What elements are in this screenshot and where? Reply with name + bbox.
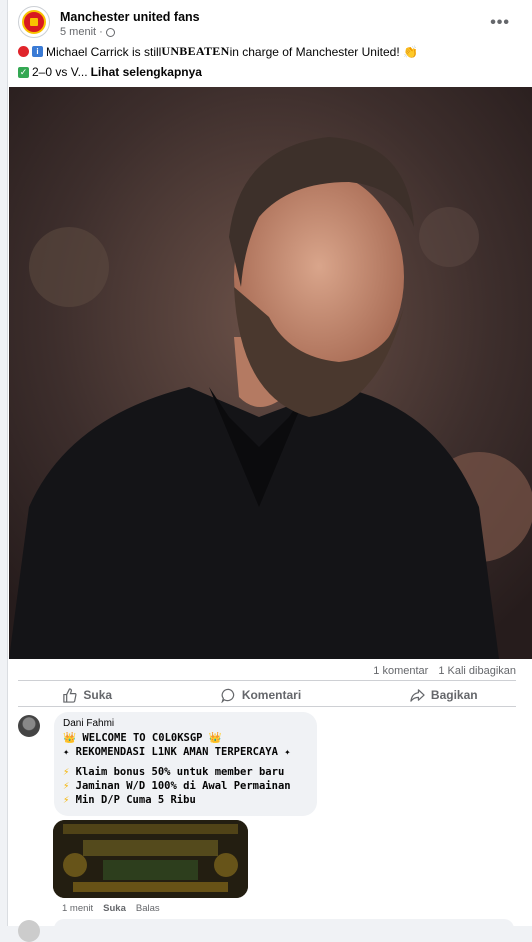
post-meta: 5 menit · <box>60 26 115 38</box>
globe-icon <box>105 27 115 37</box>
comment-icon <box>221 688 234 703</box>
thumbs-up-icon <box>63 687 77 703</box>
comment-like-button[interactable]: Suka <box>103 903 126 914</box>
comment-line: ✦ REKOMENDASI L1NK AMAN TERPERCAYA ✦ <box>63 746 291 758</box>
post-time[interactable]: 5 menit <box>60 26 96 38</box>
check-icon: ✓ <box>18 66 29 78</box>
club-crest-icon <box>22 10 46 34</box>
comment-bubble: Dani Fahmi 👑 WELCOME TO C0L0KSGP 👑 ✦ REK… <box>54 712 317 816</box>
lightning-icon: ⚡ <box>63 780 70 792</box>
share-icon <box>410 688 425 702</box>
post-card: Manchester united fans 5 menit · ••• i M… <box>7 0 532 942</box>
action-bar: Suka Komentari Bagikan <box>8 684 532 706</box>
next-commenter-avatar[interactable] <box>18 920 40 942</box>
comment-count[interactable]: 1 komentar <box>373 665 428 677</box>
post-stats: 1 komentar 1 Kali dibagikan <box>373 665 516 677</box>
comment-button[interactable]: Komentari <box>191 684 331 706</box>
divider <box>18 706 516 707</box>
comment-reply-button[interactable]: Balas <box>136 903 160 914</box>
comment-image-graphic <box>53 820 248 898</box>
like-button[interactable]: Suka <box>32 684 142 706</box>
more-options-button[interactable]: ••• <box>490 14 510 32</box>
comment-time[interactable]: 1 menit <box>62 903 93 914</box>
comment-image[interactable] <box>53 820 248 898</box>
info-icon: i <box>32 46 43 57</box>
comment-line: 👑 WELCOME TO C0L0KSGP 👑 <box>63 732 222 744</box>
comment-line: ⚡ Klaim bonus 50% untuk member baru <box>63 766 285 778</box>
next-comment-bubble <box>54 919 514 939</box>
post-photo[interactable] <box>9 87 532 659</box>
lightning-icon: ⚡ <box>63 794 70 806</box>
comment-line: ⚡ Jaminan W/D 100% di Awal Permainan <box>63 780 291 792</box>
comment-author[interactable]: Dani Fahmi <box>63 718 308 729</box>
comment-footer: 1 menit Suka Balas <box>62 903 160 914</box>
page-name[interactable]: Manchester united fans <box>60 10 200 24</box>
see-more-link[interactable]: Lihat selengkapnya <box>91 65 202 79</box>
page-avatar[interactable] <box>18 6 50 38</box>
share-button[interactable]: Bagikan <box>380 684 508 706</box>
post-text-line-1: i Michael Carrick is still UNBEATEN in c… <box>18 44 418 59</box>
red-circle-icon <box>18 46 29 57</box>
share-count[interactable]: 1 Kali dibagikan <box>438 665 516 677</box>
commenter-avatar[interactable] <box>18 715 40 737</box>
comment-line: ⚡ Min D/P Cuma 5 Ribu <box>63 794 196 806</box>
post-text-line-2: ✓ 2–0 vs V... Lihat selengkapnya <box>18 65 202 79</box>
divider <box>18 680 516 681</box>
lightning-icon: ⚡ <box>63 766 70 778</box>
post-header: Manchester united fans 5 menit · ••• <box>18 6 532 40</box>
post-photo-image <box>9 87 532 659</box>
